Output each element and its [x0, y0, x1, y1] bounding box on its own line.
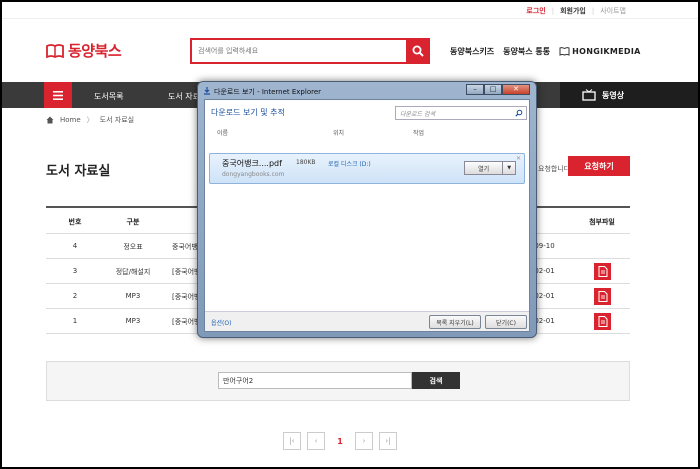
- brand-hongik-link[interactable]: HONGIKMEDIA: [559, 47, 640, 56]
- logo-text: 동양북스: [68, 42, 122, 60]
- dialog-footer: 옵션(O) 목록 지우기(L) 닫기(C): [205, 311, 529, 331]
- breadcrumb-home[interactable]: Home: [60, 116, 81, 124]
- file-size: 180KB: [296, 159, 316, 166]
- window-controls: – □ ✕: [466, 84, 530, 95]
- divider: [2, 18, 698, 19]
- remove-icon[interactable]: ✕: [516, 155, 521, 162]
- file-location-link[interactable]: 로컬 디스크 (D:): [328, 159, 371, 168]
- breadcrumb: Home 〉 도서 자료실: [46, 115, 134, 125]
- menu-button[interactable]: [44, 82, 72, 108]
- download-search-input[interactable]: 다운로드 검색: [395, 106, 527, 120]
- next-page-button[interactable]: ›: [355, 432, 373, 450]
- util-bar: 로그인 | 회원가입 | 사이트맵: [526, 6, 626, 16]
- search-button[interactable]: [406, 38, 430, 64]
- page-number[interactable]: 1: [331, 432, 349, 450]
- close-button[interactable]: ✕: [502, 84, 530, 95]
- divider: |: [551, 7, 555, 15]
- first-page-button[interactable]: |‹: [283, 432, 301, 450]
- download-search-placeholder: 다운로드 검색: [400, 111, 436, 118]
- sitemap-link[interactable]: 사이트맵: [600, 6, 626, 16]
- column-action: 작업: [413, 130, 425, 137]
- brand-hongik-label: HONGIKMEDIA: [572, 47, 641, 56]
- row-no: 1: [72, 317, 78, 325]
- dialog-title: 다운로드 보기 - Internet Explorer: [214, 88, 322, 96]
- home-icon: [46, 116, 54, 124]
- brand-links: 동양북스키즈 동양북스 통통 HONGIKMEDIA: [450, 46, 641, 57]
- open-label: 열기: [478, 165, 490, 173]
- brand-kids-link[interactable]: 동양북스키즈: [450, 46, 494, 57]
- divider: |: [591, 7, 595, 15]
- chevron-right-icon: 〉: [86, 116, 94, 124]
- chevron-down-icon[interactable]: ▼: [502, 162, 515, 174]
- file-download-icon[interactable]: [594, 313, 611, 330]
- dialog-body: 다운로드 보기 및 추적 다운로드 검색 이름 위치 작업 중국어뱅크....p…: [204, 99, 530, 332]
- search-icon: [515, 109, 523, 117]
- nav-item-video[interactable]: 동영상: [560, 82, 698, 108]
- column-name: 이름: [217, 130, 229, 137]
- brand-tongtong-link[interactable]: 동양북스 통통: [503, 46, 550, 57]
- nav-video-label: 동영상: [602, 90, 625, 100]
- search-input[interactable]: [192, 40, 402, 62]
- row-no: 4: [72, 242, 78, 250]
- tv-icon: [582, 89, 596, 101]
- row-category: MP3: [125, 292, 141, 300]
- nav-item-books[interactable]: 도서목록: [94, 91, 123, 102]
- file-source: dongyangbooks.com: [222, 171, 285, 178]
- open-button[interactable]: 열기 ▼: [464, 161, 516, 175]
- maximize-button[interactable]: □: [484, 84, 502, 95]
- breadcrumb-current: 도서 자료실: [99, 116, 135, 124]
- header-no: 번호: [68, 218, 82, 226]
- site-logo[interactable]: 동양북스: [46, 40, 122, 61]
- download-icon: [204, 87, 210, 95]
- dialog-header: 다운로드 보기 및 추적 다운로드 검색: [205, 100, 529, 122]
- login-link[interactable]: 로그인: [526, 6, 545, 16]
- header-file: 첨부파일: [589, 218, 615, 226]
- row-category: 정오표: [123, 243, 143, 251]
- dialog-close-button[interactable]: 닫기(C): [485, 315, 527, 329]
- row-no: 2: [72, 292, 78, 300]
- prev-page-button[interactable]: ‹: [307, 432, 325, 450]
- download-item[interactable]: 중국어뱅크....pdf 180KB 로컬 디스크 (D:) dongyangb…: [209, 153, 525, 184]
- search-box: [190, 38, 430, 64]
- download-dialog: 다운로드 보기 - Internet Explorer – □ ✕ 다운로드 보…: [197, 81, 537, 338]
- footer-search-input[interactable]: [218, 372, 412, 389]
- row-no: 3: [72, 267, 78, 275]
- footer-search: 검색: [46, 361, 630, 401]
- pagination: |‹ ‹ 1 › ›|: [283, 432, 397, 450]
- clear-list-button[interactable]: 목록 지우기(L): [429, 315, 481, 329]
- header-category: 구분: [126, 218, 140, 226]
- page-title: 도서 자료실: [46, 164, 111, 179]
- column-location: 위치: [333, 130, 345, 137]
- file-download-icon[interactable]: [594, 288, 611, 305]
- book-icon: [559, 47, 570, 56]
- search-icon: [412, 45, 424, 57]
- options-link[interactable]: 옵션(O): [211, 318, 231, 327]
- join-link[interactable]: 회원가입: [560, 6, 586, 16]
- last-page-button[interactable]: ›|: [379, 432, 397, 450]
- row-category: 정답/해설지: [115, 268, 151, 276]
- minimize-button[interactable]: –: [466, 84, 484, 95]
- hamburger-icon: [53, 90, 63, 100]
- dialog-heading: 다운로드 보기 및 추적: [211, 108, 285, 117]
- footer-search-button[interactable]: 검색: [412, 372, 460, 389]
- file-name: 중국어뱅크....pdf: [222, 159, 282, 168]
- file-download-icon[interactable]: [594, 263, 611, 280]
- book-icon: [46, 43, 64, 58]
- row-category: MP3: [125, 317, 141, 325]
- request-button[interactable]: 요청하기: [568, 156, 630, 176]
- page: 로그인 | 회원가입 | 사이트맵 동양북스 동양북스키즈 동양북스 통통 HO…: [2, 2, 698, 467]
